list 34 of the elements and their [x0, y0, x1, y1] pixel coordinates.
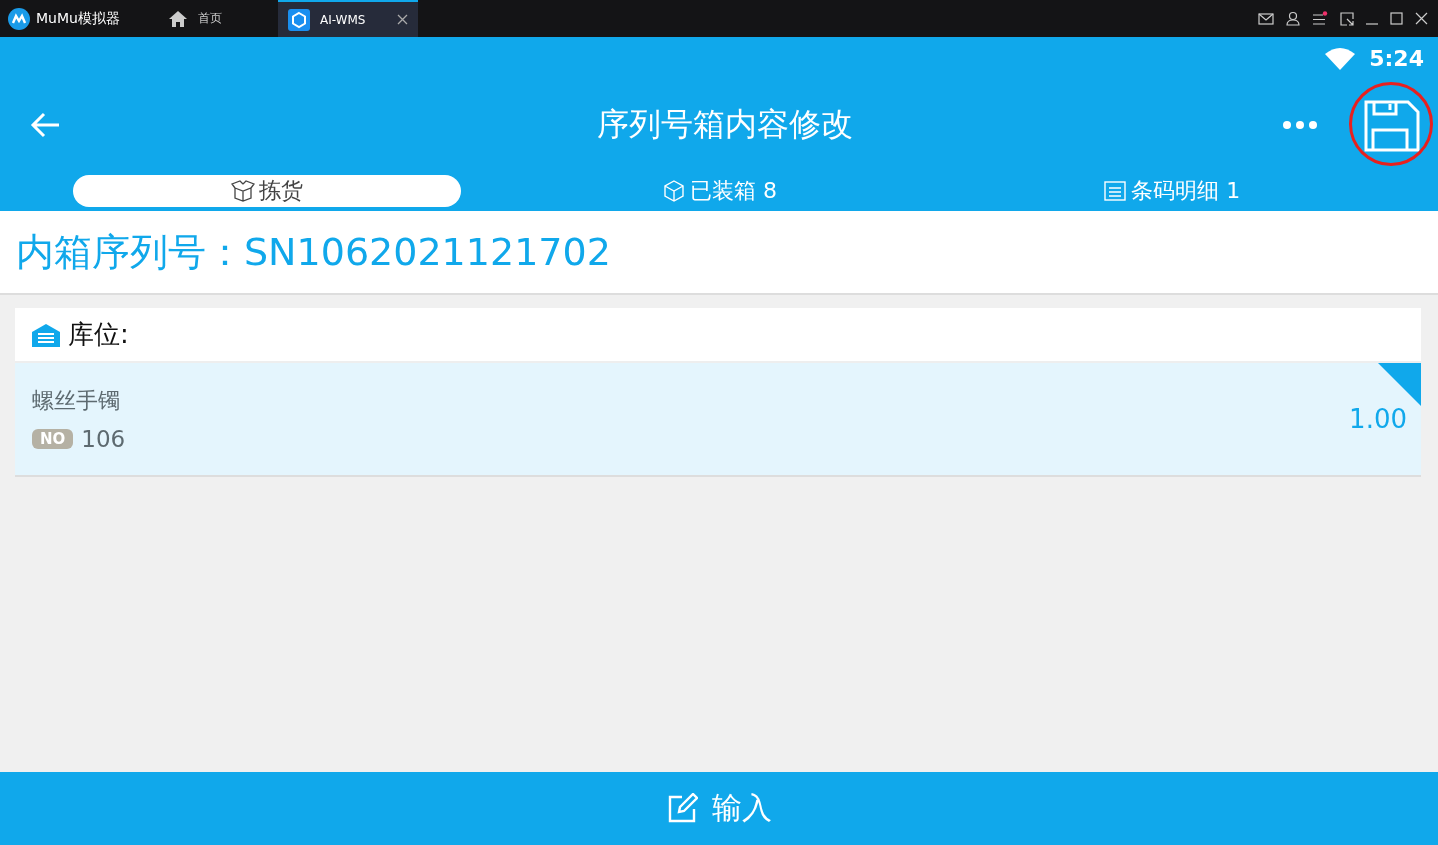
- close-icon[interactable]: [397, 14, 408, 25]
- serial-number: SN1062021121702: [244, 230, 611, 274]
- item-row[interactable]: 螺丝手镯 NO 106 1.00: [15, 361, 1421, 477]
- location-label: 库位:: [68, 318, 129, 351]
- item-number: 106: [81, 426, 126, 452]
- item-name: 螺丝手镯: [32, 387, 121, 415]
- maximize-icon[interactable]: [1390, 12, 1403, 25]
- user-icon[interactable]: [1286, 11, 1300, 26]
- page-title: 序列号箱内容修改: [596, 104, 854, 145]
- mail-icon[interactable]: [1258, 12, 1274, 25]
- clock: 5:24: [1369, 46, 1424, 71]
- edit-icon: [666, 792, 698, 825]
- tab[interactable]: 已装箱 8: [525, 174, 914, 207]
- warehouse-icon: [32, 322, 60, 347]
- tab[interactable]: 条码明细 1: [977, 174, 1366, 207]
- input-button[interactable]: 输入: [0, 772, 1438, 845]
- app-icon: [288, 8, 310, 31]
- emulator-tab[interactable]: 首页: [158, 0, 278, 37]
- emulator-tab[interactable]: AI-WMS: [278, 0, 418, 37]
- close-icon[interactable]: [1415, 12, 1428, 25]
- open-box-icon: [231, 179, 256, 202]
- tab[interactable]: 拣货: [73, 174, 462, 207]
- wifi-icon: [1325, 47, 1356, 70]
- serial-label: 内箱序列号：: [16, 228, 244, 276]
- home-icon: [168, 9, 188, 28]
- app-name: MuMu模拟器: [36, 9, 120, 28]
- item-quantity: 1.00: [1349, 404, 1407, 434]
- document-icon: [1103, 179, 1128, 202]
- logo-icon: [8, 7, 30, 30]
- menu-icon[interactable]: [1312, 11, 1328, 26]
- box-icon: [662, 178, 686, 203]
- resize-icon[interactable]: [1340, 11, 1354, 26]
- back-arrow-icon: [29, 111, 61, 139]
- number-badge: NO: [32, 429, 74, 449]
